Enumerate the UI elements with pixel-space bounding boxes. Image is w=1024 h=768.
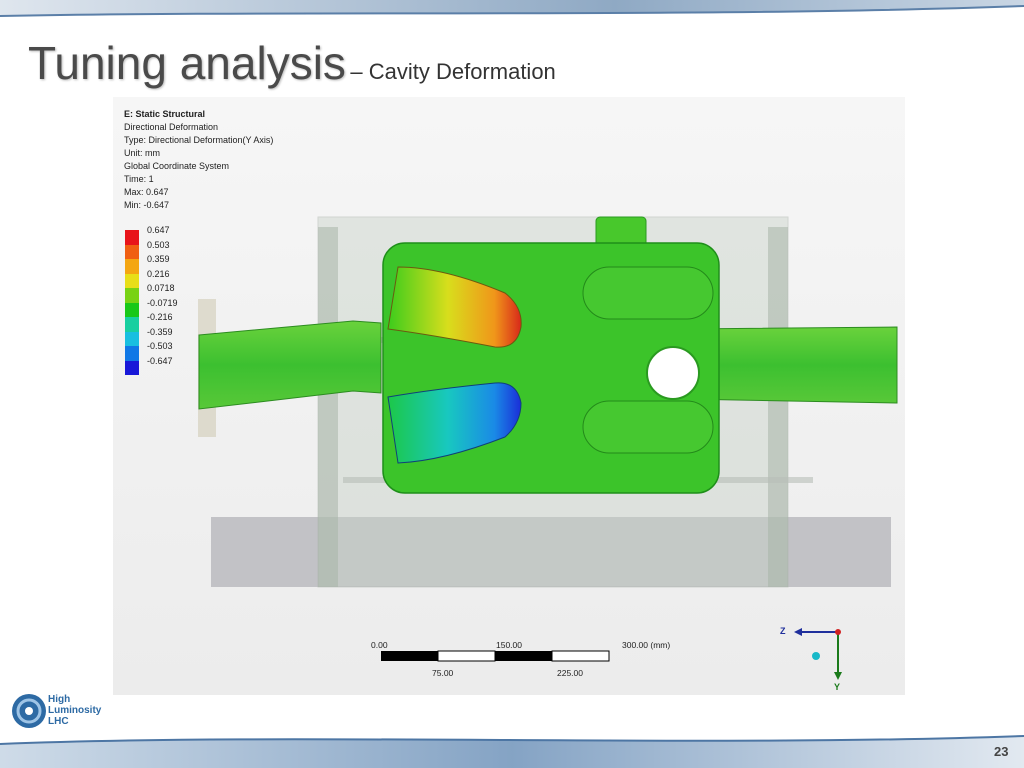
min-value: Min: -0.647 xyxy=(124,200,170,210)
result-type: Type: Directional Deformation(Y Axis) xyxy=(124,135,274,145)
legend-label: -0.647 xyxy=(147,355,173,366)
slide-title: Tuning analysis – Cavity Deformation xyxy=(28,36,556,90)
legend-swatch xyxy=(125,331,139,346)
legend-label: -0.503 xyxy=(147,341,173,351)
scale-label: 225.00 xyxy=(557,668,583,678)
scale-label: 75.00 xyxy=(432,668,454,678)
hl-lhc-logo-icon xyxy=(12,694,46,728)
legend-swatch xyxy=(125,230,139,245)
logo-line-1: High xyxy=(48,694,71,705)
legend-swatch xyxy=(125,317,139,332)
simulation-info-panel: E: Static Structural Directional Deforma… xyxy=(124,108,273,212)
scale-label: 300.00 (mm) xyxy=(622,640,671,650)
bottom-decorative-band xyxy=(0,735,1024,768)
logo-line-3: LHC xyxy=(48,716,69,727)
legend-label: -0.359 xyxy=(147,326,173,337)
legend-swatch xyxy=(125,244,139,259)
legend-label: -0.0719 xyxy=(147,297,178,308)
triad-z-label: Z xyxy=(780,626,786,636)
slide-title-main: Tuning analysis xyxy=(28,37,346,89)
analysis-name: E: Static Structural xyxy=(124,109,206,119)
page-number: 23 xyxy=(994,744,1009,759)
legend-swatch xyxy=(125,302,139,317)
legend-label: 0.359 xyxy=(147,254,170,264)
slide-title-subtitle: – Cavity Deformation xyxy=(350,59,556,84)
legend-swatch xyxy=(125,273,139,288)
scale-label: 150.00 xyxy=(496,640,522,650)
triad-y-label: Y xyxy=(834,682,841,692)
legend-swatch xyxy=(125,259,139,274)
coordinate-system: Global Coordinate System xyxy=(124,161,230,171)
result-unit: Unit: mm xyxy=(124,148,160,158)
top-decorative-band xyxy=(0,0,1024,17)
max-value: Max: 0.647 xyxy=(124,187,169,197)
result-name: Directional Deformation xyxy=(124,122,219,132)
legend-label: -0.216 xyxy=(147,312,173,322)
legend-swatch xyxy=(125,346,139,361)
hl-lhc-logo-text: High Luminosity LHC xyxy=(48,694,101,727)
time-value: Time: 1 xyxy=(124,174,154,184)
logo-line-2: Luminosity xyxy=(48,705,102,716)
axis-triad xyxy=(794,628,842,680)
scale-bar xyxy=(381,650,610,662)
legend-label: 0.647 xyxy=(147,225,170,235)
legend-swatch xyxy=(125,360,139,375)
legend-label: 0.503 xyxy=(147,239,170,250)
scale-label: 0.00 xyxy=(371,640,388,650)
legend-swatch xyxy=(125,288,139,303)
legend-label: 0.0718 xyxy=(147,283,175,293)
legend-label: 0.216 xyxy=(147,268,170,279)
